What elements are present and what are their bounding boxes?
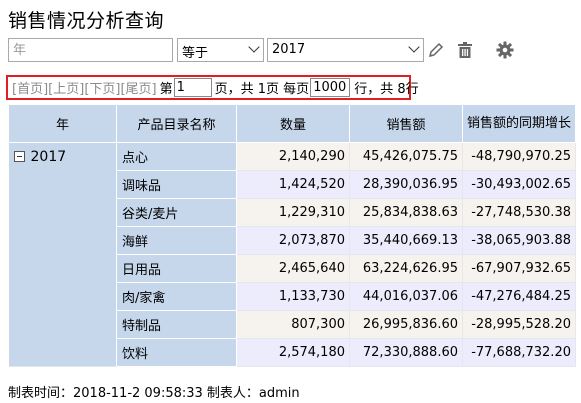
category-cell: 点心 (116, 142, 237, 171)
field-input[interactable] (8, 38, 173, 62)
page-number-input[interactable] (173, 78, 212, 97)
collapse-icon[interactable] (13, 151, 25, 162)
operator-select[interactable]: 等于 (177, 38, 264, 62)
growth-cell: -30,493,002.65 (462, 170, 576, 199)
year-cell: 2017 (8, 142, 117, 367)
rows-text: 行，共 8行 (354, 82, 419, 97)
sales-cell: 45,426,075.75 (349, 142, 463, 171)
sales-cell: 25,834,838.63 (349, 198, 463, 227)
per-page-input[interactable] (310, 78, 351, 97)
growth-cell: -77,688,732.20 (462, 338, 576, 367)
pager: [首页] [上页] [下页] [尾页] 第 页，共 1页 每页 行，共 8行 (6, 75, 419, 100)
category-cell: 调味品 (116, 170, 237, 199)
quantity-cell: 2,465,640 (236, 254, 350, 283)
table-row: 2017 点心 2,140,290 45,426,075.75 -48,790,… (8, 142, 576, 367)
page-suffix: 页，共 1页 每页 (214, 82, 310, 97)
operator-value: 等于 (182, 46, 209, 61)
category-cell: 日用品 (116, 254, 237, 283)
last-page-link[interactable]: [尾页] (120, 78, 156, 97)
growth-cell: -47,276,484.25 (462, 282, 576, 311)
trash-icon[interactable] (455, 40, 475, 60)
growth-cell: -38,065,903.88 (462, 226, 576, 255)
header-sales: 销售额 (349, 104, 463, 143)
sales-cell: 72,330,888.60 (349, 338, 463, 367)
chevron-down-icon (408, 41, 420, 53)
sales-cell: 35,440,669.13 (349, 226, 463, 255)
category-cell: 特制品 (116, 310, 237, 339)
sales-table: 年 产品目录名称 数量 销售额 销售额的同期增长 2017 点心 2,140,2… (8, 104, 576, 367)
category-cell: 饮料 (116, 338, 237, 367)
first-page-link[interactable]: [首页] (12, 78, 48, 97)
prev-page-link[interactable]: [上页] (48, 78, 84, 97)
report-footer: 制表时间：2018-11-2 09:58:33 制表人：admin (8, 386, 300, 401)
growth-cell: -48,790,970.25 (462, 142, 576, 171)
growth-cell: -67,907,932.65 (462, 254, 576, 283)
category-cell: 海鲜 (116, 226, 237, 255)
quantity-cell: 807,300 (236, 310, 350, 339)
header-category: 产品目录名称 (116, 104, 237, 143)
category-cell: 谷类/麦片 (116, 198, 237, 227)
growth-cell: -28,995,528.20 (462, 310, 576, 339)
header-quantity: 数量 (236, 104, 350, 143)
quantity-cell: 2,574,180 (236, 338, 350, 367)
year-label: 2017 (30, 149, 67, 165)
value-text: 2017 (272, 42, 306, 57)
edit-icon[interactable] (426, 40, 446, 60)
chevron-down-icon (248, 41, 260, 53)
header-year: 年 (8, 104, 117, 143)
quantity-cell: 2,140,290 (236, 142, 350, 171)
growth-cell: -27,748,530.38 (462, 198, 576, 227)
category-cell: 肉/家禽 (116, 282, 237, 311)
sales-cell: 28,390,036.95 (349, 170, 463, 199)
sales-cell: 44,016,037.06 (349, 282, 463, 311)
quantity-cell: 1,424,520 (236, 170, 350, 199)
sales-cell: 26,995,836.60 (349, 310, 463, 339)
header-growth: 销售额的同期增长 (462, 104, 576, 143)
page-prefix: 第 (159, 82, 173, 97)
quantity-cell: 1,133,730 (236, 282, 350, 311)
value-select[interactable]: 2017 (267, 38, 424, 62)
sales-cell: 63,224,626.95 (349, 254, 463, 283)
quantity-cell: 2,073,870 (236, 226, 350, 255)
page-title: 销售情况分析查询 (8, 10, 165, 32)
quantity-cell: 1,229,310 (236, 198, 350, 227)
gear-icon[interactable] (495, 40, 515, 60)
next-page-link[interactable]: [下页] (84, 78, 120, 97)
